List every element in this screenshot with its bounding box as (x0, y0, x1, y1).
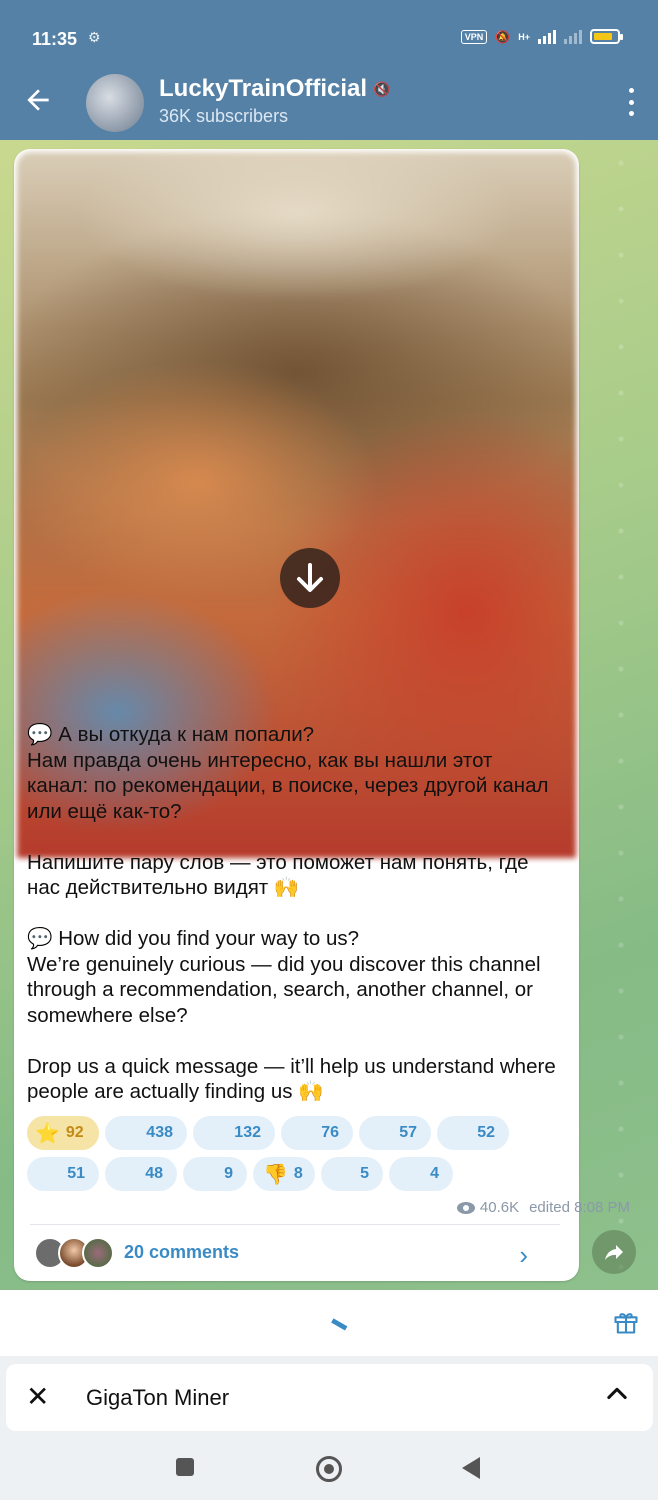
vpn-icon: VPN (460, 29, 488, 44)
post-meta: 40.6K edited 8:08 PM (456, 1199, 630, 1216)
settings-gear-icon: ⚙ (88, 29, 101, 45)
network-type-label: H+ (518, 31, 530, 42)
share-icon (605, 1245, 623, 1260)
gift-icon[interactable] (612, 1308, 640, 1336)
star-icon: ⭐ (35, 1122, 60, 1145)
channel-name: LuckyTrainOfficial (159, 75, 368, 102)
close-icon[interactable]: ✕ (26, 1383, 49, 1411)
reaction-chip[interactable]: 5 (321, 1157, 383, 1191)
thumbs-down-icon: 👎 (263, 1163, 288, 1186)
view-count: 40.6K (479, 1199, 520, 1216)
reaction-chip[interactable]: 76 (281, 1116, 353, 1150)
divider (30, 1224, 560, 1225)
reaction-chip[interactable]: 132 (193, 1116, 275, 1150)
status-icons: VPN 🔕 H+ (460, 29, 623, 44)
status-bar: 11:35 ⚙ VPN 🔕 H+ (0, 0, 658, 62)
download-icon (297, 563, 323, 592)
subscriber-count: 36K subscribers (159, 106, 289, 126)
reaction-count: 52 (477, 1124, 495, 1141)
reaction-thumbs-down[interactable]: 👎 8 (253, 1157, 315, 1191)
reaction-count: 8 (293, 1165, 303, 1182)
reaction-count: 48 (145, 1165, 163, 1182)
reaction-count: 92 (65, 1124, 84, 1141)
post-text: 💬 А вы откуда к нам попали? Нам правда о… (27, 723, 556, 1103)
channel-post (14, 149, 579, 1281)
reaction-count: 5 (360, 1165, 369, 1182)
comments-count: 20 comments (124, 1242, 240, 1262)
reaction-star[interactable]: ⭐ 92 (27, 1116, 99, 1150)
more-vert-icon[interactable] (626, 88, 636, 116)
mini-app-name[interactable]: GigaTon Miner (86, 1385, 229, 1411)
reaction-count: 51 (67, 1165, 85, 1182)
reaction-count: 132 (234, 1124, 261, 1141)
battery-icon (590, 29, 623, 44)
reaction-count: 76 (321, 1124, 339, 1141)
reaction-chip[interactable]: 438 (105, 1116, 187, 1150)
system-navbar (0, 1431, 658, 1500)
edited-time: edited 8:08 PM (529, 1199, 630, 1216)
reaction-count: 438 (146, 1124, 173, 1141)
share-button[interactable] (592, 1230, 636, 1274)
signal-icon (538, 29, 556, 44)
system-back-button[interactable] (462, 1457, 480, 1479)
recents-button[interactable] (176, 1458, 194, 1476)
download-button[interactable] (280, 548, 340, 608)
chevron-up-icon[interactable] (603, 1380, 631, 1408)
channel-title[interactable]: LuckyTrainOfficial 🔇 (159, 75, 391, 103)
comments-row[interactable]: 20 comments › (34, 1236, 564, 1272)
mute-icon: 🔇 (373, 81, 391, 98)
reaction-chip[interactable]: 57 (359, 1116, 431, 1150)
reaction-count: 9 (224, 1165, 233, 1182)
status-time: 11:35 (32, 29, 78, 49)
back-arrow-icon[interactable] (22, 84, 54, 116)
bell-off-icon: 🔕 (495, 29, 511, 44)
pencil-icon: ▬ (329, 1311, 352, 1334)
reaction-chip[interactable]: 9 (183, 1157, 247, 1191)
chevron-right-icon: › (519, 1240, 528, 1270)
reaction-chip[interactable]: 52 (437, 1116, 509, 1150)
home-button[interactable] (316, 1456, 342, 1482)
reaction-chip[interactable]: 4 (389, 1157, 453, 1191)
signal-secondary-icon (564, 29, 582, 44)
discuss-bar[interactable]: ▬ (0, 1290, 658, 1356)
chat-header: LuckyTrainOfficial 🔇 36K subscribers (0, 62, 658, 140)
channel-avatar[interactable] (86, 74, 144, 132)
reaction-count: 57 (399, 1124, 417, 1141)
reaction-chip[interactable]: 51 (27, 1157, 99, 1191)
eye-icon (456, 1201, 475, 1214)
reaction-count: 4 (430, 1165, 439, 1182)
reaction-chip[interactable]: 48 (105, 1157, 177, 1191)
commenter-avatar (82, 1237, 114, 1269)
mini-app-panel: ✕ GigaTon Miner (6, 1364, 653, 1431)
